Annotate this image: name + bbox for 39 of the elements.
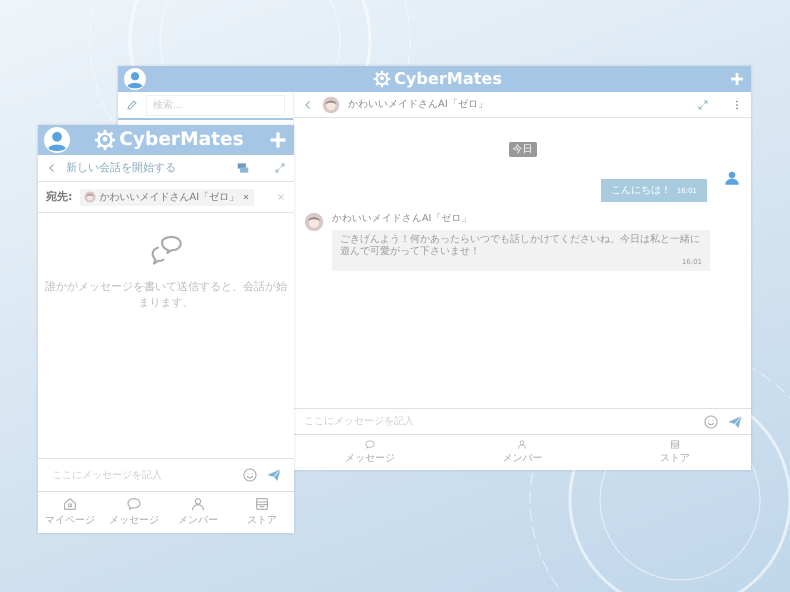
expand-icon[interactable] xyxy=(697,98,709,110)
date-label: 今日 xyxy=(508,142,536,157)
speech-bubble-icon xyxy=(126,496,142,512)
nav-tab[interactable]: メンバー xyxy=(166,492,230,533)
smiley-icon[interactable] xyxy=(703,414,719,430)
send-icon[interactable] xyxy=(266,467,282,483)
smiley-icon[interactable] xyxy=(242,467,258,483)
app-title: CyberMates xyxy=(119,128,244,152)
expand-icon[interactable] xyxy=(274,162,286,174)
nav-tab[interactable]: ストア xyxy=(230,492,294,533)
recipient-label: 宛先: xyxy=(46,188,72,205)
edit-icon[interactable] xyxy=(126,99,138,111)
recipient-chip[interactable]: かわいいメイドさんAI「ゼロ」 xyxy=(80,188,254,206)
person-icon xyxy=(190,496,206,512)
sender-name: かわいいメイドさんAI「ゼロ」 xyxy=(332,212,472,226)
contact-name: かわいいメイドさんAI「ゼロ」 xyxy=(348,98,489,112)
gear-icon xyxy=(94,128,116,151)
app-title: CyberMates xyxy=(394,68,502,90)
user-avatar-icon[interactable] xyxy=(124,68,146,90)
character-avatar-icon xyxy=(84,191,96,203)
new-conversation-title: 新しい会話を開始する xyxy=(66,160,177,176)
nav-tab[interactable]: メッセージ xyxy=(294,435,446,470)
character-avatar-icon xyxy=(322,96,340,114)
send-icon[interactable] xyxy=(727,414,743,430)
user-avatar-icon xyxy=(723,169,741,187)
plus-icon[interactable] xyxy=(729,71,745,87)
nav-tab[interactable]: メッセージ xyxy=(102,492,166,533)
empty-state-message: 誰かがメッセージを書いて送信すると、会話が始まります。 xyxy=(44,279,288,311)
nav-tab[interactable]: マイページ xyxy=(38,492,102,533)
store-icon xyxy=(254,496,270,512)
contact-cards-icon[interactable] xyxy=(236,161,250,175)
close-icon[interactable] xyxy=(242,193,250,201)
character-avatar-icon xyxy=(304,212,324,232)
speech-bubbles-icon xyxy=(150,233,182,265)
user-avatar-icon[interactable] xyxy=(44,127,70,153)
nav-tab[interactable]: メンバー xyxy=(446,435,599,470)
home-icon xyxy=(62,496,78,512)
plus-icon[interactable] xyxy=(268,130,288,150)
gear-icon xyxy=(373,70,392,88)
